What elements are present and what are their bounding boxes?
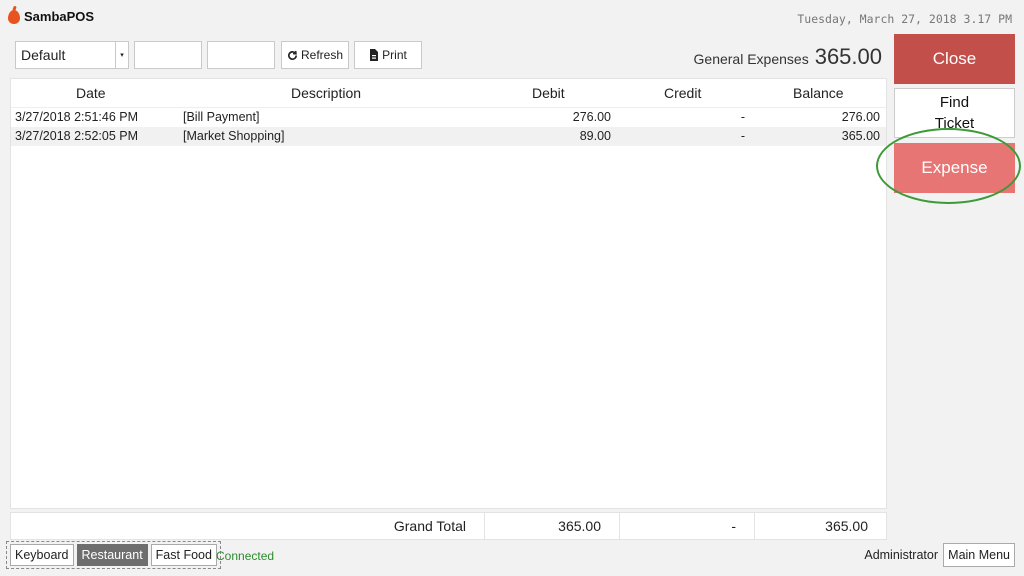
connection-status: Connected [216,549,275,563]
transactions-table: Date Description Debit Credit Balance 3/… [10,78,887,509]
fast-food-button[interactable]: Fast Food [150,544,217,566]
account-heading: General Expenses 365.00 [694,44,882,70]
cell-description: [Bill Payment] [183,110,260,124]
dropdown-arrow-icon[interactable]: ▾ [115,42,128,68]
total-balance: 365.00 [754,513,886,539]
cell-description: [Market Shopping] [183,129,285,143]
expense-button[interactable]: Expense [894,143,1015,193]
find-ticket-button[interactable]: Find Ticket [894,88,1015,138]
cell-credit: - [740,129,745,143]
cell-credit: - [740,110,745,124]
find-ticket-label-line2: Ticket [934,115,975,132]
column-header-description[interactable]: Description [291,85,361,101]
print-button[interactable]: Print [354,41,422,69]
refresh-label: Refresh [300,48,344,62]
department-selector: Keyboard Restaurant Fast Food [6,541,221,569]
refresh-icon [288,50,297,60]
refresh-button[interactable]: Refresh [281,41,349,69]
cell-date: 3/27/2018 2:52:05 PM [15,129,139,143]
app-logo: SambaPOS [8,9,94,24]
start-date-field[interactable] [134,41,202,69]
cell-balance: 276.00 [841,110,880,124]
account-balance: 365.00 [814,44,882,69]
account-name: General Expenses [693,51,809,67]
column-header-date[interactable]: Date [76,85,106,101]
total-debit: 365.00 [484,513,619,539]
main-menu-button[interactable]: Main Menu [943,543,1015,567]
cell-debit: 276.00 [572,110,611,124]
end-date-field[interactable] [207,41,275,69]
close-button[interactable]: Close [894,34,1015,84]
restaurant-button[interactable]: Restaurant [76,544,148,566]
print-icon [370,49,379,61]
column-header-credit[interactable]: Credit [664,85,701,101]
datetime-display: Tuesday, March 27, 2018 3.17 PM [797,12,1012,26]
print-label: Print [382,48,407,62]
cell-balance: 365.00 [841,129,880,143]
table-row[interactable]: 3/27/2018 2:52:05 PM [Market Shopping] 8… [11,127,886,146]
account-template-select[interactable]: Default ▾ [15,41,129,69]
total-credit: - [619,513,754,539]
sambapos-logo-icon [8,9,20,24]
table-row[interactable]: 3/27/2018 2:51:46 PM [Bill Payment] 276.… [11,108,886,127]
table-header: Date Description Debit Credit Balance [11,79,886,108]
app-name: SambaPOS [24,9,95,24]
keyboard-button[interactable]: Keyboard [10,544,74,566]
logged-in-user[interactable]: Administrator [864,548,938,562]
totals-row: Grand Total 365.00 - 365.00 [10,512,887,540]
column-header-debit[interactable]: Debit [532,85,565,101]
grand-total-label: Grand Total [393,518,466,534]
cell-debit: 89.00 [579,129,611,143]
column-header-balance[interactable]: Balance [793,85,844,101]
account-template-value: Default [21,47,66,63]
cell-date: 3/27/2018 2:51:46 PM [15,110,139,124]
find-ticket-label-line1: Find [939,94,970,111]
